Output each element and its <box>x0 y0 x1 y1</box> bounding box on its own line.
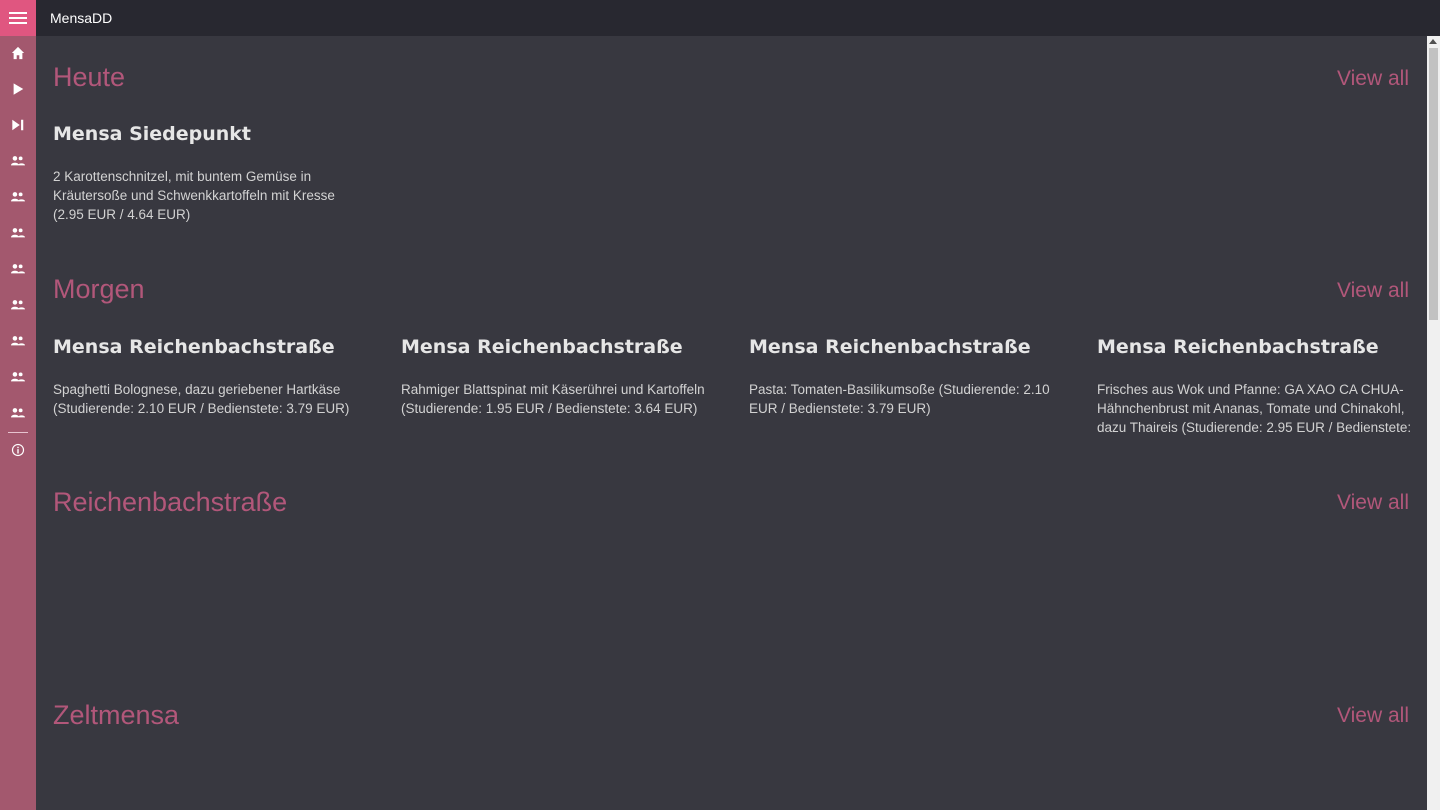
meal-card[interactable]: Mensa Reichenbachstraße Rahmiger Blattsp… <box>401 336 737 418</box>
section-title-morgen: Morgen <box>53 274 145 304</box>
scroll-up-arrow-icon[interactable] <box>1429 39 1437 44</box>
meal-card[interactable]: Mensa Reichenbachstraße Frisches aus Wok… <box>1097 336 1423 437</box>
view-all-link[interactable]: View all <box>1337 67 1409 91</box>
app-title: MensaDD <box>50 10 113 26</box>
mensa-icon[interactable] <box>0 251 36 287</box>
mensa-name: Mensa Reichenbachstraße <box>53 336 335 358</box>
mensa-name: Mensa Siedepunkt <box>53 123 252 145</box>
skip-next-icon[interactable] <box>0 107 36 143</box>
scrollbar-thumb[interactable] <box>1429 48 1438 320</box>
mensa-name: Mensa Reichenbachstraße <box>1097 336 1379 358</box>
meal-description: 2 Karottenschnitzel, mit buntem Gemüse i… <box>53 169 335 222</box>
mensa-name: Mensa Reichenbachstraße <box>749 336 1031 358</box>
mensa-icon[interactable] <box>0 323 36 359</box>
meal-card[interactable]: Mensa Reichenbachstraße Spaghetti Bologn… <box>53 336 389 418</box>
title-bar: MensaDD <box>36 0 1440 36</box>
info-icon[interactable] <box>0 432 36 468</box>
section-title-heute: Heute <box>53 62 126 92</box>
mensa-name: Mensa Reichenbachstraße <box>401 336 683 358</box>
play-icon[interactable] <box>0 71 36 107</box>
meal-card[interactable]: Mensa Reichenbachstraße Pasta: Tomaten-B… <box>749 336 1085 418</box>
hamburger-menu-icon[interactable] <box>0 0 36 36</box>
section-title-zeltmensa: Zeltmensa <box>53 700 180 730</box>
mensa-icon[interactable] <box>0 179 36 215</box>
meal-description: Rahmiger Blattspinat mit Käserührei und … <box>401 382 705 416</box>
meal-description: Frisches aus Wok und Pfanne: GA XAO CA C… <box>1097 382 1412 435</box>
meal-description: Spaghetti Bolognese, dazu geriebener Har… <box>53 382 350 416</box>
view-all-link[interactable]: View all <box>1337 704 1409 728</box>
sidebar <box>0 0 36 810</box>
meal-description: Pasta: Tomaten-Basilikumsoße (Studierend… <box>749 382 1050 416</box>
mensa-icon[interactable] <box>0 215 36 251</box>
meal-card[interactable]: Mensa Siedepunkt 2 Karottenschnitzel, mi… <box>53 123 389 224</box>
mensa-icon[interactable] <box>0 287 36 323</box>
view-all-link[interactable]: View all <box>1337 279 1409 303</box>
vertical-scrollbar[interactable] <box>1427 36 1440 810</box>
view-all-link[interactable]: View all <box>1337 491 1409 515</box>
main-content: Heute View all Mensa Siedepunkt 2 Karott… <box>36 36 1427 810</box>
mensa-icon[interactable] <box>0 143 36 179</box>
mensa-icon[interactable] <box>0 395 36 431</box>
mensa-icon[interactable] <box>0 359 36 395</box>
section-title-reichenbachstrasse: Reichenbachstraße <box>53 487 288 517</box>
home-icon[interactable] <box>0 35 36 71</box>
